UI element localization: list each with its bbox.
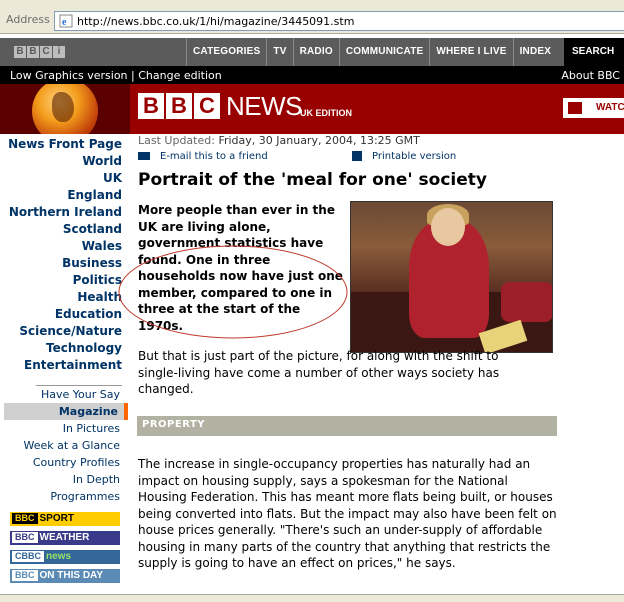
body-paragraph: But that is just part of the picture, fo… [138,349,500,396]
address-input[interactable]: e http://news.bbc.co.uk/1/hi/magazine/34… [54,11,624,31]
nav-technology[interactable]: Technology [46,341,122,355]
nav-week-at-a-glance[interactable]: Week at a Glance [23,439,120,452]
article: Last Updated: Friday, 30 January, 2004, … [118,134,624,594]
nav-communicate[interactable]: COMMUNICATE [338,38,430,66]
address-label: Address [6,13,50,26]
nav-have-your-say[interactable]: Have Your Say [41,388,120,401]
email-link[interactable]: E-mail this to a friend [138,151,268,162]
tv-icon [568,102,582,114]
body-paragraph: The increase in single-occupancy propert… [138,457,557,570]
separator: | [131,69,135,82]
nav-magazine[interactable]: Magazine [59,405,118,418]
nav-business[interactable]: Business [62,256,122,270]
svg-text:e: e [62,17,67,28]
logo-word: NEWS [226,91,303,121]
address-url: http://news.bbc.co.uk/1/hi/magazine/3445… [77,15,355,28]
nav-radio[interactable]: RADIO [292,38,339,66]
sub-bar: Low Graphics version | Change edition Ab… [0,66,624,84]
nav-england[interactable]: England [67,188,122,202]
edition-label: UK EDITION [300,108,353,118]
logo-letter: B [14,46,26,58]
bbc-news-logo[interactable]: B B C NEWS [138,91,303,121]
print-link[interactable]: Printable version [352,151,456,162]
headline: Portrait of the 'meal for one' society [138,170,487,190]
section-heading: PROPERTY [142,419,206,430]
watch-button[interactable]: WATC [563,98,624,118]
nav-world[interactable]: World [82,154,122,168]
low-graphics-link[interactable]: Low Graphics version [10,69,128,82]
nav-index[interactable]: INDEX [512,38,558,66]
nav-tv[interactable]: TV [266,38,292,66]
nav-country-profiles[interactable]: Country Profiles [33,456,120,469]
nav-in-pictures[interactable]: In Pictures [63,422,120,435]
about-bbc-link[interactable]: About BBC [561,69,620,82]
logo-letter: C [194,93,220,119]
bbc-top-nav: B B C i CATEGORIES TV RADIO COMMUNICATE … [0,38,624,66]
logo-letter: B [138,93,164,119]
bbc-on-this-day-link[interactable]: BBC ON THIS DAY [10,569,120,583]
nav-scotland[interactable]: Scotland [63,222,122,236]
browser-address-bar: Address e http://news.bbc.co.uk/1/hi/mag… [0,0,624,34]
left-nav-divider [36,385,122,386]
nav-news-front-page[interactable]: News Front Page [8,137,122,151]
nav-programmes[interactable]: Programmes [50,490,120,503]
nav-politics[interactable]: Politics [73,273,122,287]
logo-letter: i [53,46,65,58]
nav-uk[interactable]: UK [103,171,122,185]
ie-page-icon: e [59,14,73,28]
bbc-sport-link[interactable]: BBC SPORT [10,512,120,526]
printer-icon [352,151,362,161]
bbc-weather-link[interactable]: BBC WEATHER [10,531,120,545]
nav-in-depth[interactable]: In Depth [73,473,120,486]
nav-science-nature[interactable]: Science/Nature [19,324,122,338]
nav-northern-ireland[interactable]: Northern Ireland [9,205,122,219]
envelope-icon [138,152,150,160]
nav-categories[interactable]: CATEGORIES [186,38,266,66]
logo-letter: C [40,46,52,58]
section-heading-bar: PROPERTY [137,416,557,436]
status-bar [0,594,624,602]
search-button[interactable]: SEARCH [564,38,624,66]
nav-health[interactable]: Health [77,290,122,304]
bbc-i-logo[interactable]: B B C i [14,46,65,58]
logo-letter: B [27,46,39,58]
article-photo [350,201,553,353]
nav-education[interactable]: Education [55,307,122,321]
nav-entertainment[interactable]: Entertainment [24,358,122,372]
change-edition-link[interactable]: Change edition [138,69,222,82]
globe-graphic [0,84,130,134]
intro-paragraph: More people than ever in the UK are livi… [138,203,343,333]
logo-letter: B [166,93,192,119]
globe-icon [32,84,98,134]
nav-where-i-live[interactable]: WHERE I LIVE [429,38,512,66]
last-updated: Last Updated: Friday, 30 January, 2004, … [138,134,420,147]
nav-wales[interactable]: Wales [82,239,122,253]
cbbc-news-link[interactable]: CBBC news [10,550,120,564]
bbc-news-banner: B B C NEWS UK EDITION WATC [0,84,624,134]
